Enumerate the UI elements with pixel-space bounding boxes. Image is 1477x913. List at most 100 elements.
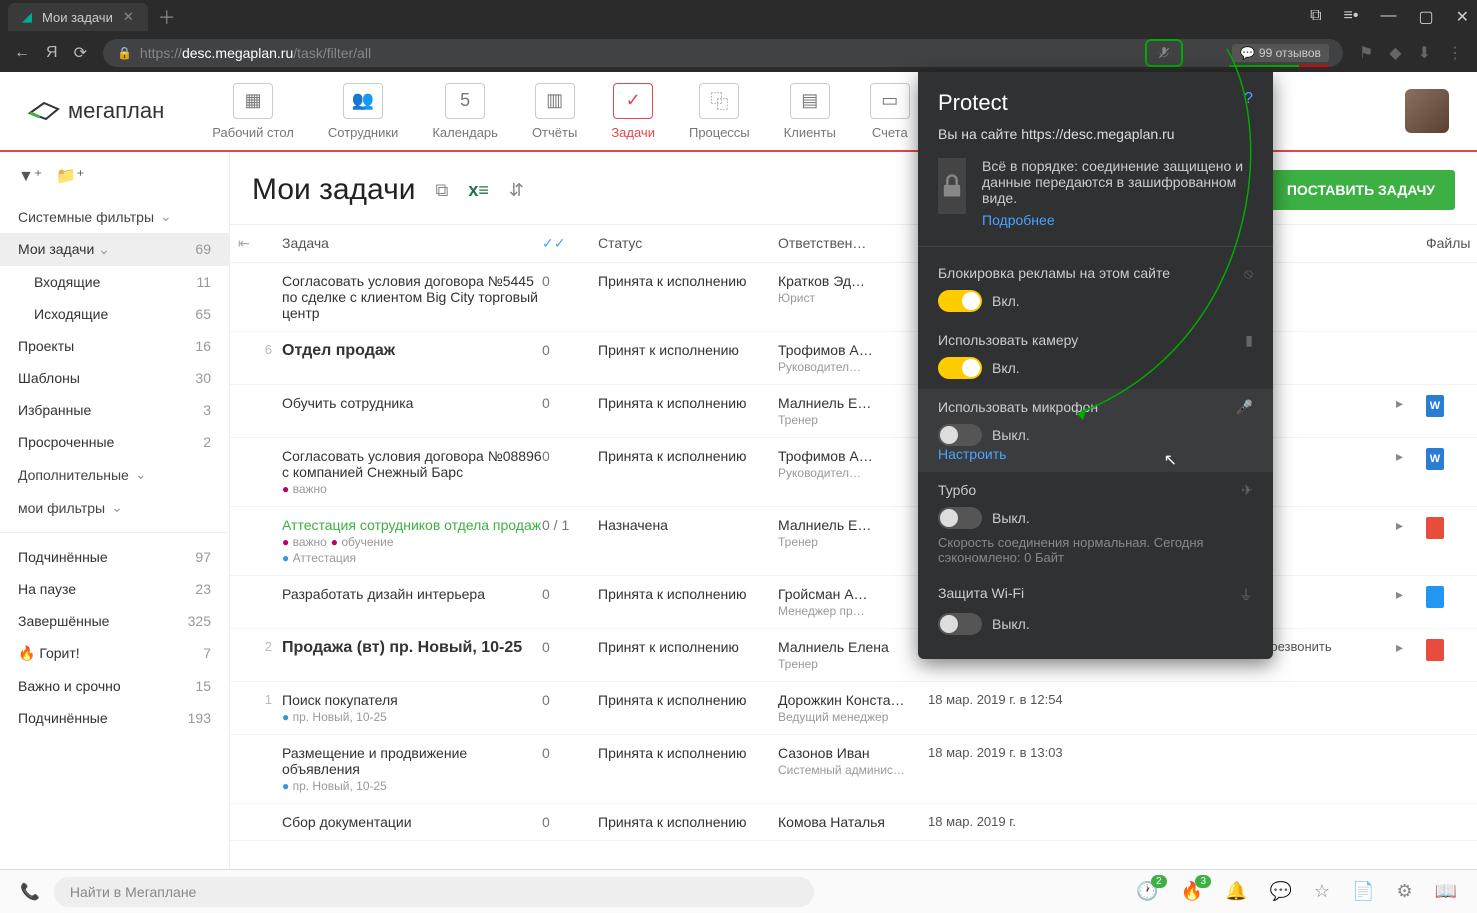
excel-icon[interactable]: x≡ [468,180,489,201]
toggle-switch[interactable] [938,290,982,312]
nav-Рабочий стол[interactable]: ▦Рабочий стол [212,83,294,140]
sidebar: ▼⁺ 📁⁺ Системные фильтры ⌄Мои задачи ⌄69В… [0,152,230,869]
sidebar-item[interactable]: На паузе23 [0,573,229,605]
toggle-switch[interactable] [938,357,982,379]
tab-title: Мои задачи [42,10,113,25]
main-area: Мои задачи ⧉ x≡ ⇵ ПОСТАВИТЬ ЗАДАЧУ ⇤ Зад… [230,152,1477,869]
nav-Сотрудники[interactable]: 👥Сотрудники [328,83,398,140]
protect-more-link[interactable]: Подробнее [982,212,1253,228]
app-footer: 📞 Найти в Мегаплане 🕐2 🔥3 🔔 💬 ☆ 📄 ⚙ 📖 [0,869,1477,913]
phone-icon[interactable]: 📞 [20,882,40,902]
nav-Счета[interactable]: ▭Счета [870,83,910,140]
sidebar-item[interactable]: Исходящие65 [0,298,229,330]
tab-close-icon[interactable]: ✕ [123,9,134,25]
download-icon[interactable]: ⬇ [1418,43,1431,63]
addon-icon[interactable]: ◆ [1389,43,1401,63]
logo[interactable]: мегаплан [28,98,164,124]
table-row[interactable]: Согласовать условия договора №08896 с ко… [230,438,1477,507]
table-row[interactable]: 1Поиск покупателяпр. Новый, 10-250Принят… [230,682,1477,735]
table-row[interactable]: Разработать дизайн интерьера0Принята к и… [230,576,1477,629]
tab-favicon: ◢ [22,9,32,25]
help-icon[interactable]: ? [1244,90,1253,116]
table-row[interactable]: 2Продажа (вт) пр. Новый, 10-250Принят к … [230,629,1477,682]
user-avatar[interactable] [1405,89,1449,133]
minimize-icon[interactable]: — [1380,7,1396,27]
menu-icon[interactable]: ≡• [1344,7,1359,27]
protect-title: Protect [938,90,1008,116]
sidebar-item[interactable]: Важно и срочно15 [0,670,229,702]
nav-Отчёты[interactable]: ▥Отчёты [532,83,577,140]
url-box[interactable]: 🔒 https://desc.megaplan.ru/task/filter/a… [103,39,1343,67]
table-row[interactable]: Размещение и продвижение объявленияпр. Н… [230,735,1477,804]
note-icon[interactable]: 📄 [1352,881,1374,902]
protect-settings-link[interactable]: Настроить [938,446,1253,462]
clock-icon[interactable]: 🕐2 [1136,881,1158,902]
collection-icon[interactable]: ⧉ [1310,7,1321,27]
browser-tab-bar: ◢ Мои задачи ✕ ＋ ⧉ ≡• — ▢ ✕ [0,0,1477,34]
browser-tab[interactable]: ◢ Мои задачи ✕ [8,3,148,31]
protect-option: Защита Wi-Fi⏚Выкл. [938,575,1253,645]
table-row[interactable]: Обучить сотрудника0Принята к исполнениюМ… [230,385,1477,438]
star-icon[interactable]: ☆ [1314,881,1330,902]
maximize-icon[interactable]: ▢ [1418,7,1433,27]
sidebar-item[interactable]: Проекты16 [0,330,229,362]
copy-icon[interactable]: ⧉ [435,180,448,201]
folder-add-icon[interactable]: 📁⁺ [56,166,84,186]
sidebar-group[interactable]: Системные фильтры ⌄ [0,200,229,233]
toggle-switch[interactable] [938,613,982,635]
close-window-icon[interactable]: ✕ [1456,7,1469,27]
sidebar-item[interactable]: 🔥 Горит!7 [0,637,229,670]
nav-Календарь[interactable]: 5Календарь [432,83,498,140]
nav-Клиенты[interactable]: ▤Клиенты [784,83,836,140]
back-icon[interactable]: ← [14,44,30,62]
protect-secure-text: Всё в порядке: соединение защищено и дан… [982,158,1253,206]
sliders-icon[interactable]: ⚙ [1396,881,1412,902]
table-row[interactable]: 6Отдел продаж0Принят к исполнениюТрофимо… [230,332,1477,385]
nav-Задачи[interactable]: ✓Задачи [611,83,655,140]
sort-icon[interactable]: ⇵ [509,180,524,201]
browser-address-bar: ← Я ⟳ 🔒 https://desc.megaplan.ru/task/fi… [0,34,1477,72]
search-input[interactable]: Найти в Мегаплане [54,877,814,907]
lock-big-icon [938,158,966,214]
sidebar-item[interactable]: Избранные3 [0,394,229,426]
bell-icon[interactable]: 🔔 [1225,881,1247,902]
task-grid: ⇤ Задача ✓✓ Статус Ответствен… Файлы ☆ С… [230,224,1477,869]
cursor-icon: ↖ [1164,450,1177,470]
reviews-badge[interactable]: 💬 99 отзывов [1232,44,1329,62]
new-tab-button[interactable]: ＋ [158,4,176,30]
mic-permission-icon[interactable] [1145,39,1183,67]
protect-option: Использовать камеру▮Вкл. [938,322,1253,389]
toggle-switch[interactable] [938,424,982,446]
more-icon[interactable]: ⋮ [1447,43,1463,63]
table-row[interactable]: Согласовать условия договора №5445 по сд… [230,263,1477,332]
table-row[interactable]: Сбор документации0Принята к исполнениюКо… [230,804,1477,841]
page-title: Мои задачи [252,173,415,207]
check-col-icon[interactable]: ✓✓ [542,235,598,252]
nav-Процессы[interactable]: ⿻Процессы [689,83,750,140]
sidebar-item[interactable]: Подчинённые97 [0,541,229,573]
sidebar-item[interactable]: Мои задачи ⌄69 [0,233,229,266]
sidebar-group[interactable]: мои фильтры ⌄ [0,491,229,524]
sidebar-group[interactable]: Дополнительные ⌄ [0,458,229,491]
create-task-button[interactable]: ПОСТАВИТЬ ЗАДАЧУ [1267,170,1455,210]
bookmark-flag-icon[interactable]: ⚑ [1359,43,1373,63]
sidebar-item[interactable]: Завершённые325 [0,605,229,637]
protect-site: Вы на сайте https://desc.megaplan.ru [938,126,1253,142]
indent-icon[interactable]: ⇤ [238,235,282,252]
protect-option: Турбо✈Выкл.Скорость соединения нормальна… [938,472,1253,575]
book-icon[interactable]: 📖 [1435,881,1457,902]
fire-icon[interactable]: 🔥3 [1181,881,1203,902]
grid-header: ⇤ Задача ✓✓ Статус Ответствен… Файлы ☆ [230,225,1477,263]
toggle-switch[interactable] [938,507,982,529]
filter-icon[interactable]: ▼⁺ [18,166,42,186]
sidebar-item[interactable]: Просроченные2 [0,426,229,458]
sidebar-item[interactable]: Шаблоны30 [0,362,229,394]
chat-icon[interactable]: 💬 [1269,881,1291,902]
sidebar-item[interactable]: Подчинённые193 [0,702,229,734]
sidebar-item[interactable]: Входящие11 [0,266,229,298]
yandex-home-icon[interactable]: Я [46,44,58,62]
reload-icon[interactable]: ⟳ [74,43,87,63]
protect-option: Использовать микрофон🎤Выкл.Настроить [918,389,1273,472]
table-row[interactable]: Аттестация сотрудников отдела продажважн… [230,507,1477,576]
protect-popover: Protect? Вы на сайте https://desc.megapl… [918,72,1273,659]
